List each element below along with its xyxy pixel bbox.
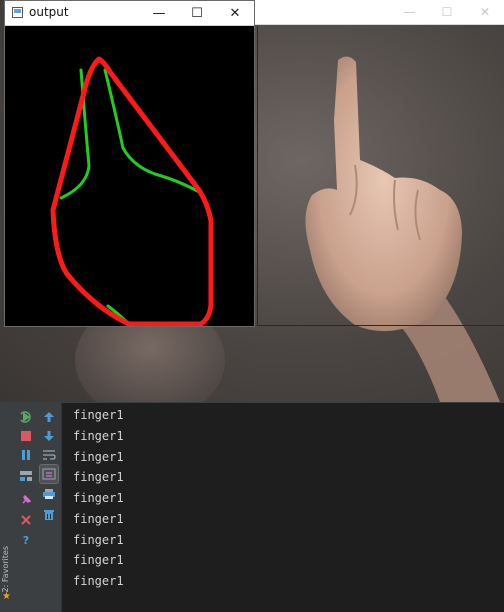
console-line: finger1 xyxy=(73,512,124,526)
favorites-label[interactable]: 2: Favorites xyxy=(1,546,13,592)
camera-view-border xyxy=(257,26,504,326)
help-icon[interactable]: ? xyxy=(17,531,35,549)
console-line: finger1 xyxy=(73,533,124,547)
console-line: finger1 xyxy=(73,429,124,443)
camera-maximize-button[interactable]: ☐ xyxy=(428,0,466,24)
console-line: finger1 xyxy=(73,450,124,464)
run-toolbar-left: ? xyxy=(14,403,38,612)
scroll-to-end-icon[interactable] xyxy=(39,464,59,484)
camera-minimize-button[interactable]: — xyxy=(390,0,428,24)
close-icon[interactable] xyxy=(17,511,35,529)
down-arrow-icon[interactable] xyxy=(40,427,58,445)
print-icon[interactable] xyxy=(40,485,58,503)
camera-close-button[interactable]: ✕ xyxy=(466,0,504,24)
output-window[interactable]: output — ☐ ✕ xyxy=(4,0,255,327)
output-minimize-button[interactable]: — xyxy=(140,1,178,25)
stop-icon[interactable] xyxy=(17,427,35,445)
output-canvas xyxy=(5,26,254,326)
soft-wrap-icon[interactable] xyxy=(40,446,58,464)
run-panel: 2: Favorites ★ ? finger1 finger1 finger1… xyxy=(0,402,504,612)
run-toolbar-right xyxy=(37,403,62,612)
console-line: finger1 xyxy=(73,553,124,567)
output-maximize-button[interactable]: ☐ xyxy=(178,1,216,25)
console-line: finger1 xyxy=(73,574,124,588)
console-line: finger1 xyxy=(73,491,124,505)
pause-icon[interactable] xyxy=(17,446,35,464)
star-icon[interactable]: ★ xyxy=(2,591,11,602)
favorites-strip[interactable]: 2: Favorites ★ xyxy=(0,403,15,612)
rerun-icon[interactable] xyxy=(17,408,35,426)
console-line: finger1 xyxy=(73,470,124,484)
pin-icon[interactable] xyxy=(17,491,35,509)
output-window-title: output xyxy=(29,5,69,19)
dump-threads-icon[interactable] xyxy=(17,467,35,485)
console-output[interactable]: finger1 finger1 finger1 finger1 finger1 … xyxy=(62,403,504,612)
up-arrow-icon[interactable] xyxy=(40,408,58,426)
output-close-button[interactable]: ✕ xyxy=(216,1,254,25)
window-app-icon xyxy=(12,7,23,18)
output-window-titlebar[interactable]: output — ☐ ✕ xyxy=(5,1,254,26)
trash-icon[interactable] xyxy=(40,505,58,523)
camera-window-titlebar[interactable]: — ☐ ✕ xyxy=(255,0,504,25)
console-line: finger1 xyxy=(73,408,124,422)
